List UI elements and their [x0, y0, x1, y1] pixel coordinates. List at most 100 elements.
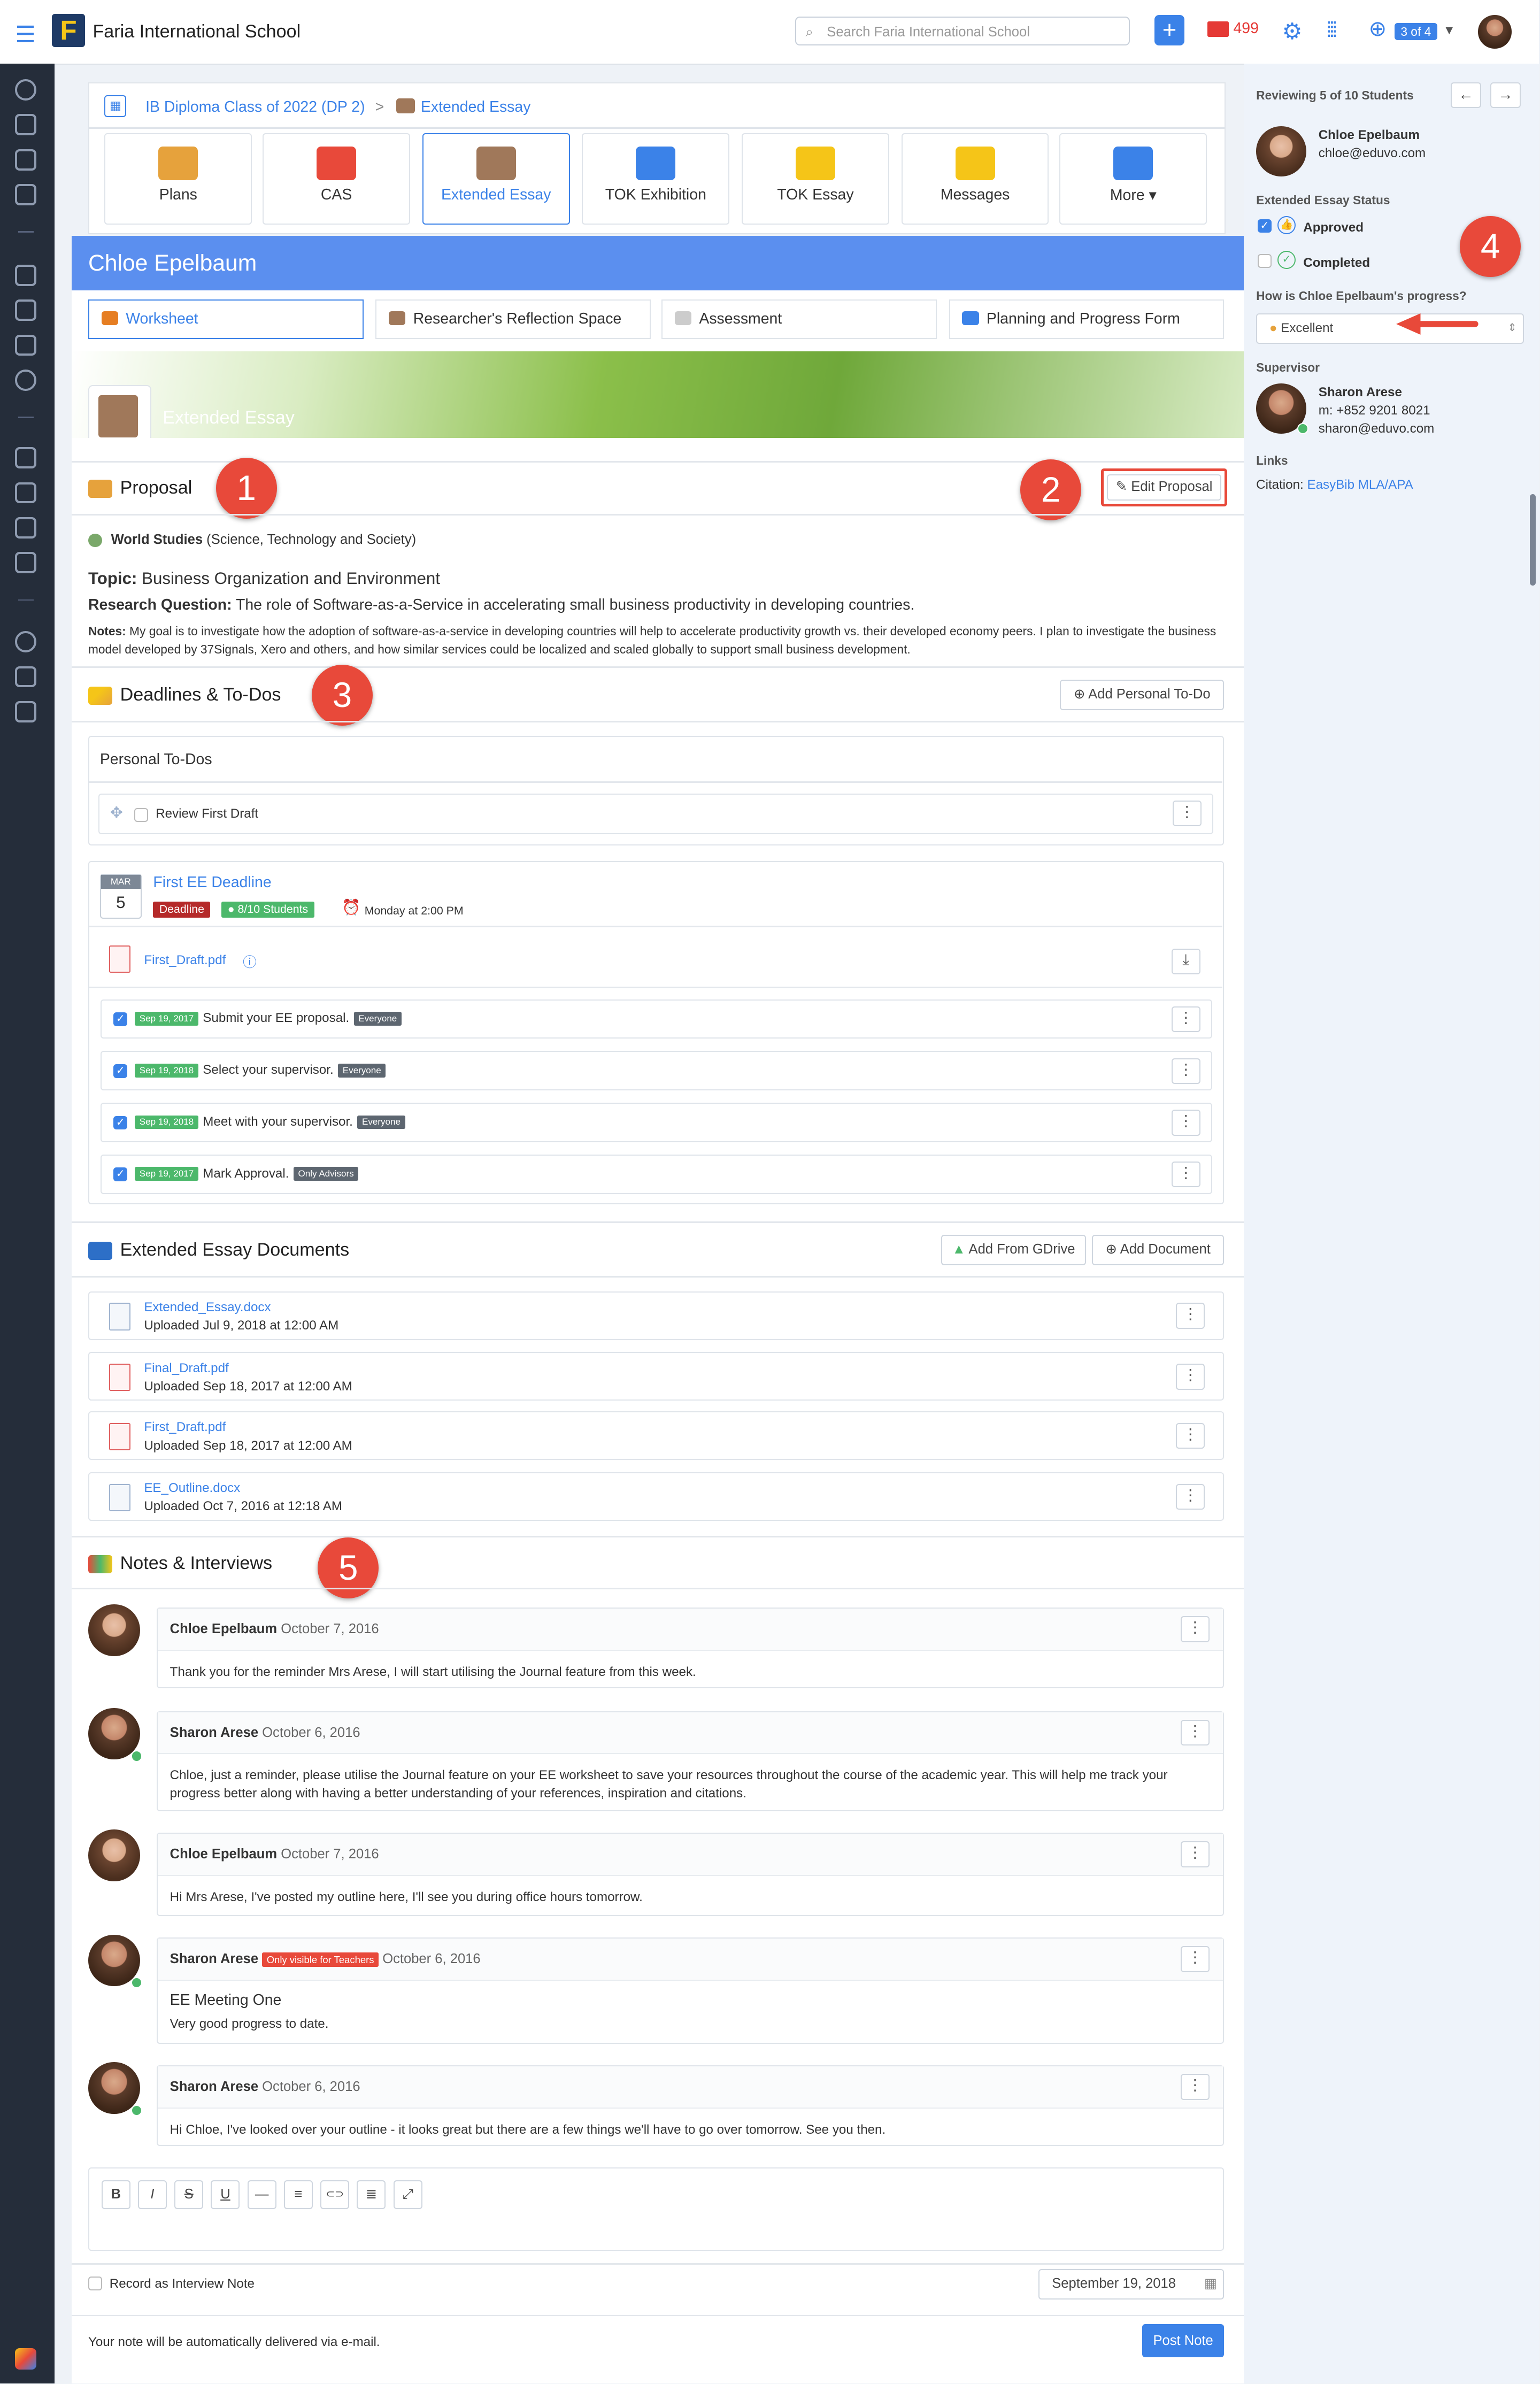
network-icon[interactable] — [15, 631, 37, 653]
chevron-down-icon[interactable]: ▼ — [1443, 23, 1456, 37]
add-todo-button[interactable]: ⊕ Add Personal To-Do — [1060, 680, 1225, 711]
student-email-link[interactable]: chloe@eduvo.com — [1319, 146, 1426, 161]
more-options-button[interactable]: ⋮ — [1180, 1719, 1210, 1746]
chart-icon[interactable] — [15, 149, 37, 171]
tab-plans[interactable]: Plans — [104, 133, 252, 225]
tab-cas[interactable]: CAS — [263, 133, 410, 225]
more-options-button[interactable]: ⋮ — [1180, 1946, 1210, 1972]
next-student-button[interactable]: → — [1490, 82, 1521, 108]
horizontal-rule-button[interactable]: — — [247, 2180, 276, 2210]
calendar-icon[interactable] — [15, 447, 37, 468]
tab-extended-essay[interactable]: Extended Essay — [422, 133, 570, 225]
bullet-list-button[interactable]: ≡ — [283, 2180, 313, 2210]
more-options-button[interactable]: ⋮ — [1176, 1483, 1205, 1510]
expand-button[interactable]: ⤢ — [393, 2180, 422, 2210]
app-logo-icon[interactable] — [15, 2348, 37, 2370]
supervisor-name-link[interactable]: Sharon Arese — [1319, 385, 1402, 400]
trend-icon[interactable] — [15, 666, 37, 688]
underline-button[interactable]: U — [211, 2180, 240, 2210]
date-field[interactable]: September 19, 2018 ▦ — [1038, 2269, 1225, 2300]
more-options-button[interactable]: ⋮ — [1171, 1110, 1200, 1136]
approved-checkbox[interactable]: ✓ — [1257, 219, 1272, 233]
document-link[interactable]: Extended_Essay.docx — [144, 1300, 271, 1315]
subtab-worksheet[interactable]: Worksheet — [88, 299, 364, 340]
tab-more[interactable]: More ▾ — [1059, 133, 1207, 225]
more-options-button[interactable]: ⋮ — [1180, 2074, 1210, 2100]
breadcrumb-current[interactable]: Extended Essay — [421, 98, 531, 116]
apps-grid-icon[interactable]: ⁞⁞⁞ — [1326, 18, 1337, 42]
user-avatar[interactable] — [1478, 15, 1512, 49]
document-link[interactable]: First_Draft.pdf — [144, 1420, 226, 1435]
gear-icon[interactable]: ⚙ — [1282, 18, 1302, 45]
home-icon[interactable] — [15, 114, 37, 136]
bold-button[interactable]: B — [101, 2180, 130, 2210]
scrollbar-thumb[interactable] — [1530, 494, 1536, 586]
school-logo[interactable]: F — [51, 13, 86, 48]
deadline-file-link[interactable]: First_Draft.pdf — [144, 953, 226, 968]
more-options-button[interactable]: ⋮ — [1180, 1616, 1210, 1642]
more-options-button[interactable]: ⋮ — [1171, 1161, 1200, 1188]
subtab-planning-form[interactable]: Planning and Progress Form — [949, 299, 1225, 340]
checkbox-checked[interactable]: ✓ — [113, 1167, 128, 1181]
dashboard-icon[interactable] — [15, 79, 37, 101]
checkbox-checked[interactable]: ✓ — [113, 1064, 128, 1078]
document-icon[interactable] — [15, 482, 37, 504]
checkbox-checked[interactable]: ✓ — [113, 1012, 128, 1026]
align-button[interactable]: ≣ — [357, 2180, 386, 2210]
post-note-button[interactable]: Post Note — [1142, 2324, 1225, 2358]
tab-messages[interactable]: Messages — [901, 133, 1049, 225]
avatar — [88, 1604, 140, 1657]
cube-icon[interactable] — [15, 334, 37, 356]
prev-student-button[interactable]: ← — [1451, 82, 1482, 108]
progress-select[interactable]: ● Excellent ⇕ — [1256, 313, 1524, 344]
map-icon[interactable] — [15, 517, 37, 539]
more-options-button[interactable]: ⋮ — [1171, 1058, 1200, 1084]
upload-button[interactable]: ⤓ — [1171, 948, 1200, 975]
more-options-button[interactable]: ⋮ — [1176, 1303, 1205, 1329]
subtab-assessment[interactable]: Assessment — [661, 299, 937, 340]
tab-tok-essay[interactable]: TOK Essay — [742, 133, 889, 225]
pager-badge[interactable]: 3 of 4 — [1394, 22, 1437, 41]
more-options-button[interactable]: ⋮ — [1176, 1423, 1205, 1449]
more-options-button[interactable]: ⋮ — [1171, 1006, 1200, 1033]
italic-button[interactable]: I — [137, 2180, 167, 2210]
link-button[interactable]: ⊂⊃ — [320, 2180, 350, 2210]
interview-note-checkbox[interactable] — [88, 2277, 102, 2291]
calendar-icon[interactable]: ▦ — [1204, 2270, 1217, 2297]
deadline-title[interactable]: First EE Deadline — [153, 874, 271, 891]
menu-icon[interactable]: ☰ — [15, 21, 35, 48]
strikethrough-button[interactable]: S — [174, 2180, 204, 2210]
grid-icon[interactable]: ▦ — [104, 95, 127, 118]
todo-checkbox[interactable] — [134, 808, 148, 822]
info-icon[interactable]: ⓘ — [243, 951, 257, 971]
tab-tok-exhibition[interactable]: TOK Exhibition — [582, 133, 730, 225]
more-options-button[interactable]: ⋮ — [1176, 1364, 1205, 1390]
layers-icon[interactable] — [15, 299, 37, 321]
document-link[interactable]: Final_Draft.pdf — [144, 1361, 228, 1376]
school-name[interactable]: Faria International School — [93, 21, 301, 42]
add-document-button[interactable]: ⊕ Add Document — [1091, 1235, 1225, 1266]
breadcrumb-class[interactable]: IB Diploma Class of 2022 (DP 2) — [145, 98, 365, 116]
supervisor-email-link[interactable]: sharon@eduvo.com — [1319, 421, 1435, 436]
flag-icon[interactable] — [15, 701, 37, 722]
more-options-button[interactable]: ⋮ — [1180, 1841, 1210, 1867]
subtab-reflection-space[interactable]: Researcher's Reflection Space — [375, 299, 651, 340]
more-options-button[interactable]: ⋮ — [1172, 801, 1202, 827]
analytics-icon[interactable] — [15, 552, 37, 574]
completed-checkbox[interactable] — [1257, 253, 1272, 268]
checkbox-checked[interactable]: ✓ — [113, 1116, 128, 1130]
globe-icon[interactable]: ⊕ — [1369, 17, 1387, 41]
tray-icon[interactable] — [15, 264, 37, 286]
users-icon[interactable] — [15, 370, 37, 391]
drag-handle-icon[interactable]: ✥ — [110, 804, 123, 822]
note-editor[interactable]: B I S U — ≡ ⊂⊃ ≣ ⤢ — [88, 2167, 1225, 2251]
citation-link[interactable]: EasyBib MLA/APA — [1307, 478, 1413, 492]
add-button[interactable]: + — [1154, 15, 1185, 46]
edit-proposal-button[interactable]: ✎ Edit Proposal — [1107, 474, 1221, 501]
mail-button[interactable]: 499 — [1207, 20, 1259, 37]
briefcase-icon[interactable] — [15, 184, 37, 205]
add-from-gdrive-button[interactable]: ▲ Add From GDrive — [941, 1235, 1086, 1266]
search-input[interactable]: ⌕ Search Faria International School — [795, 17, 1130, 46]
document-link[interactable]: EE_Outline.docx — [144, 1481, 240, 1496]
student-name-link[interactable]: Chloe Epelbaum — [1319, 128, 1420, 143]
